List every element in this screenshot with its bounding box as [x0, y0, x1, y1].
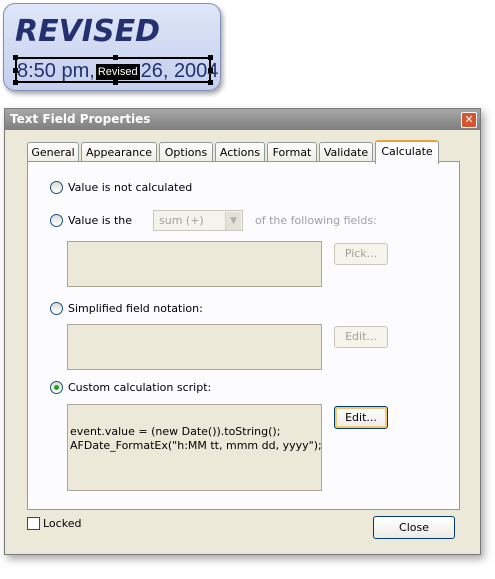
value-is-the-label: Value is the [68, 214, 133, 227]
text-field-properties-dialog: Text Field Properties ✕ General Appearan… [4, 108, 481, 555]
script-line: AFDate_FormatEx("h:MM tt, mmm dd, yyyy")… [70, 439, 322, 452]
close-icon[interactable]: ✕ [461, 112, 477, 128]
value-is-the-radio[interactable] [50, 214, 63, 227]
calculate-panel: Value is not calculated Value is the sum… [27, 161, 460, 510]
resize-handle[interactable] [113, 80, 118, 85]
tab-validate[interactable]: Validate [319, 142, 373, 161]
pick-button[interactable]: Pick... [334, 243, 388, 265]
custom-edit-button[interactable]: Edit... [334, 406, 388, 429]
not-calculated-radio[interactable] [50, 181, 63, 194]
resize-handle[interactable] [13, 68, 18, 73]
function-select[interactable]: sum (+) ▼ [153, 210, 243, 231]
tab-format[interactable]: Format [267, 142, 317, 161]
simplified-notation-box[interactable] [67, 324, 322, 370]
script-line: event.value = (new Date()).toString(); [70, 425, 281, 438]
revised-stamp[interactable]: REVISED 8:50 pm, Revised 26, 2004 [3, 3, 221, 91]
stamp-field-tag: Revised [95, 63, 140, 80]
custom-script-radio[interactable] [50, 381, 63, 394]
simplified-notation-radio[interactable] [50, 302, 63, 315]
resize-handle[interactable] [208, 55, 213, 60]
dialog-title: Text Field Properties [10, 112, 151, 126]
tab-calculate[interactable]: Calculate [375, 140, 439, 164]
resize-handle[interactable] [13, 55, 18, 60]
radio-selected-dot [54, 385, 59, 390]
stamp-title: REVISED [15, 14, 160, 49]
chevron-down-icon[interactable]: ▼ [225, 212, 241, 230]
function-select-value: sum (+) [159, 214, 204, 227]
custom-script-box[interactable]: event.value = (new Date()).toString(); A… [67, 404, 322, 491]
locked-checkbox[interactable] [27, 517, 40, 530]
tab-appearance[interactable]: Appearance [81, 142, 157, 161]
close-button[interactable]: Close [373, 516, 455, 539]
custom-script-label: Custom calculation script: [68, 381, 212, 394]
stamp-date-field[interactable]: 8:50 pm, Revised 26, 2004 [13, 55, 218, 85]
tab-options[interactable]: Options [159, 142, 213, 161]
fields-list-box[interactable] [67, 241, 322, 287]
resize-handle[interactable] [208, 68, 213, 73]
simplified-edit-button[interactable]: Edit... [334, 326, 388, 348]
simplified-notation-label: Simplified field notation: [68, 302, 203, 315]
title-bar[interactable]: Text Field Properties ✕ [5, 109, 480, 130]
resize-handle[interactable] [208, 80, 213, 85]
stamp-date-left: 8:50 pm, [17, 60, 95, 82]
of-following-fields-label: of the following fields: [255, 214, 377, 227]
tab-actions[interactable]: Actions [215, 142, 265, 161]
resize-handle[interactable] [113, 55, 118, 60]
stamp-date-right: 26, 2004 [140, 60, 219, 82]
not-calculated-label: Value is not calculated [68, 181, 193, 194]
locked-label: Locked [43, 517, 82, 530]
resize-handle[interactable] [13, 80, 18, 85]
tab-general[interactable]: General [27, 142, 79, 161]
